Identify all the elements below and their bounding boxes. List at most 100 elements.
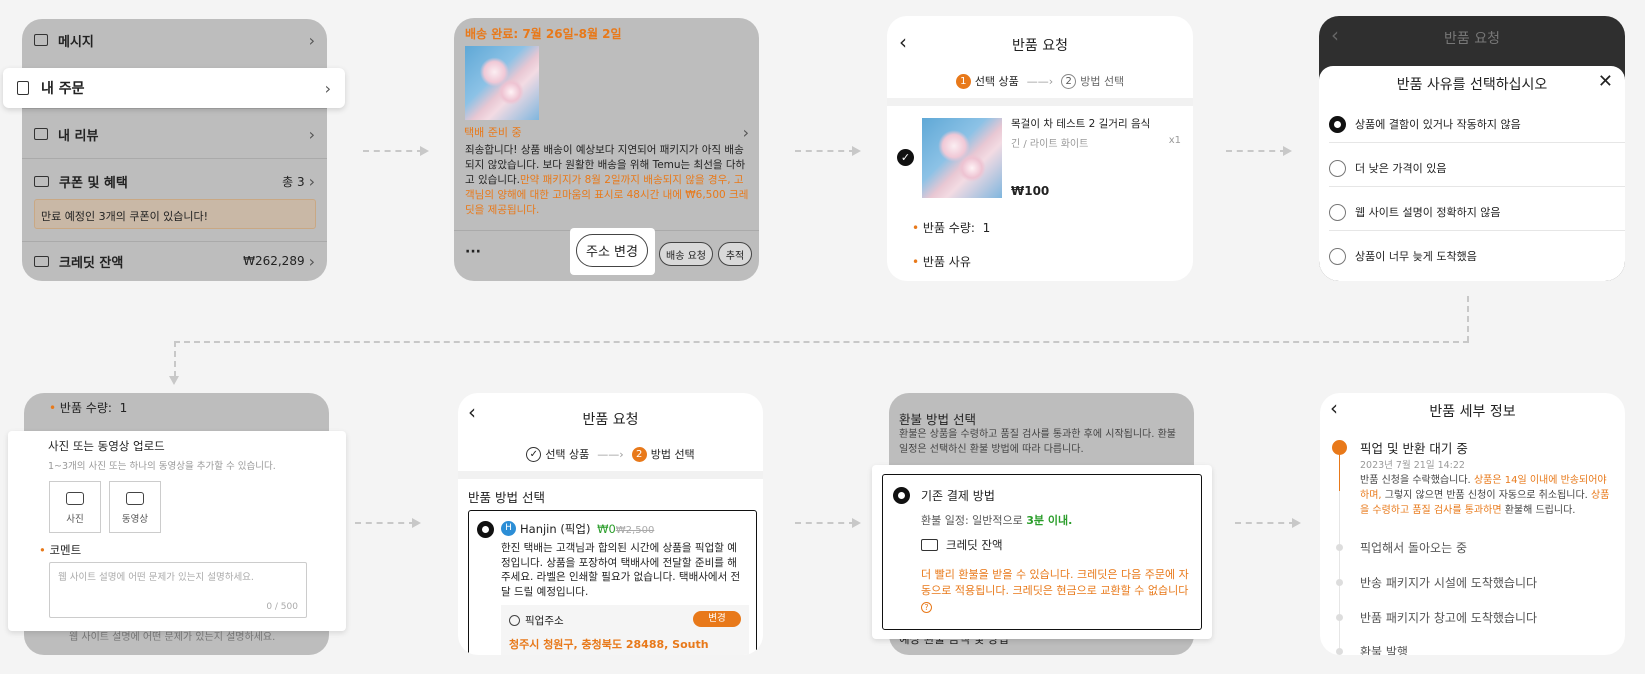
radio-unselected[interactable] (1329, 247, 1346, 265)
chevron-right-icon: › (308, 251, 315, 271)
status-icon (1332, 440, 1347, 455)
timeline-step: 픽업해서 돌아오는 중 (1360, 541, 1467, 555)
radio-selected[interactable] (893, 487, 910, 504)
product-image (465, 46, 539, 120)
radio-unselected[interactable] (1329, 159, 1346, 177)
char-counter: 0 / 500 (266, 602, 298, 612)
product-variant: 긴 / 라이트 화이트 (1011, 139, 1089, 150)
chevron-right-icon: › (308, 30, 315, 50)
panel-return-request: ‹ 반품 요청 1 선택 상품 ——› 2 방법 선택 ✓ 목걸이 차 테스트 … (887, 16, 1193, 281)
status-date: 2023년 7월 21일 14:22 (1360, 460, 1465, 471)
product-price: ₩100 (1011, 184, 1050, 198)
refund-option-original[interactable]: 기존 결제 방법 환불 일정: 일반적으로 3분 이내. 크레딧 잔액 더 빨리… (882, 474, 1202, 630)
return-reason-label[interactable]: • 반품 사유 (912, 253, 971, 270)
panel-return-detail: ‹ 반품 세부 정보 픽업 및 반환 대기 중 2023년 7월 21일 14:… (1320, 393, 1625, 655)
sheet-title: 반품 사유를 선택하십시오 (1396, 77, 1548, 93)
flow-arrow-2 (795, 146, 861, 156)
section-subtitle: 환불은 상품을 수령하고 품질 검사를 통과한 후에 시작됩니다. 환불 일정은… (899, 429, 1177, 455)
product-image (922, 118, 1002, 198)
change-button[interactable]: 변경 (693, 611, 741, 627)
comment-textarea[interactable]: 웹 사이트 설명에 어떤 문제가 있는지 설명하세요. 0 / 500 (49, 562, 307, 618)
section-title: 환불 방법 선택 (899, 412, 976, 427)
reason-option-defect[interactable]: 상품에 결함이 있거나 작동하지 않음 (1319, 106, 1625, 142)
reason-option-description[interactable]: 웹 사이트 설명이 정확하지 않음 (1319, 194, 1625, 230)
timeline-step: 반송 패키지가 시설에 도착했습니다 (1360, 576, 1538, 590)
review-icon (34, 128, 48, 140)
check-circle-icon: ✓ (526, 446, 542, 462)
panel-return-method: ‹ 반품 요청 ✓ 선택 상품 ——› 2 방법 선택 반품 방법 선택 H H… (458, 393, 763, 655)
timeline-line-grey (1339, 491, 1340, 651)
flow-connector (1467, 296, 1469, 342)
coupon-notice: 만료 예정인 3개의 쿠폰이 있습니다! (34, 199, 316, 229)
track-button[interactable]: 추적 (718, 242, 752, 266)
method-description: 한진 택배는 고객님과 합의된 시간에 상품을 픽업할 예정입니다. 상품을 포… (501, 542, 741, 598)
page-title: 반품 요청 (1012, 38, 1068, 54)
timeline-dot (1336, 579, 1343, 586)
status-title: 픽업 및 반환 대기 중 (1360, 441, 1468, 456)
radio-unselected[interactable] (1329, 203, 1346, 221)
chevron-right-icon: › (308, 124, 315, 144)
wallet-icon (921, 539, 938, 551)
flow-arrow-7 (1235, 518, 1301, 528)
message-icon (34, 34, 48, 46)
change-address-button[interactable]: 주소 변경 (576, 234, 648, 267)
close-icon[interactable]: ✕ (1598, 71, 1613, 92)
radio-selected[interactable] (1329, 115, 1346, 133)
menu-item-my-orders[interactable]: 내 주문 › (3, 68, 345, 108)
radio-selected[interactable] (477, 521, 494, 538)
return-qty: • 반품 수량: 1 (49, 401, 128, 415)
stepper: ✓ 선택 상품 ——› 2 방법 선택 (458, 446, 763, 462)
upload-title: 사진 또는 동영상 업로드 (48, 439, 165, 453)
section-title: 반품 방법 선택 (468, 490, 545, 505)
upload-highlight: 사진 또는 동영상 업로드 1~3개의 사진 또는 하나의 동영상을 추가할 수… (8, 431, 346, 631)
chevron-right-icon: › (742, 122, 749, 142)
product-name: 목걸이 차 테스트 2 길거리 음식 (1011, 118, 1151, 130)
pickup-address: 청주시 청원구, 충청북도 28488, South (509, 638, 709, 651)
upload-subtitle: 1~3개의 사진 또는 하나의 동영상을 추가할 수 있습니다. (48, 461, 276, 472)
flow-connector-head (169, 376, 179, 385)
wallet-icon (34, 255, 49, 267)
timeline-step: 반품 패키지가 창고에 도착했습니다 (1360, 611, 1538, 625)
return-qty: • 반품 수량: 1 (912, 221, 991, 235)
chevron-right-icon: › (324, 78, 331, 98)
panel-return-reason: ‹ 반품 요청 반품 사유를 선택하십시오 ✕ 상품에 결함이 있거나 작동하지… (1319, 16, 1625, 281)
panel-account-menu: 메시지 › 내 리뷰 › 쿠폰 및 혜택 총 3 › 만료 예정인 3개의 쿠폰… (22, 19, 327, 281)
method-option-hanjin[interactable]: H Hanjin (픽업) ₩0₩2,500 한진 택배는 고객님과 합의된 시… (468, 510, 757, 655)
timeline-dot (1336, 614, 1343, 621)
shipping-status-row[interactable]: 택배 준비 중 › (454, 122, 759, 142)
flow-arrow-1 (363, 146, 429, 156)
camera-icon (66, 492, 84, 505)
add-photo-button[interactable]: 사진 (49, 481, 101, 533)
timeline-dot (1336, 544, 1343, 551)
page-title: 반품 세부 정보 (1429, 404, 1516, 420)
help-icon[interactable]: ? (921, 602, 932, 613)
refund-option-highlight: 기존 결제 방법 환불 일정: 일반적으로 3분 이내. 크레딧 잔액 더 빨리… (872, 465, 1212, 639)
coupon-icon (34, 175, 49, 187)
reason-option-lower-price[interactable]: 더 낮은 가격이 있음 (1319, 150, 1625, 186)
flow-arrow-3 (1226, 146, 1292, 156)
menu-item-coupons[interactable]: 쿠폰 및 혜택 총 3 › (22, 159, 327, 203)
menu-item-reviews[interactable]: 내 리뷰 › (22, 109, 327, 159)
order-icon (17, 81, 29, 95)
sheet: 반품 사유를 선택하십시오 ✕ 상품에 결함이 있거나 작동하지 않음 더 낮은… (1319, 66, 1625, 281)
menu-item-messages[interactable]: 메시지 › (22, 19, 327, 61)
reason-option-late[interactable]: 상품이 너무 늦게 도착했음 (1319, 238, 1625, 274)
timeline-step: 환불 발행 (1360, 645, 1408, 655)
delivery-request-button[interactable]: 배송 요청 (659, 242, 713, 266)
timeline-dot (1336, 648, 1343, 655)
credit-note: 더 빨리 환불을 받을 수 있습니다. 크레딧은 다음 주문에 자동으로 적용됩… (921, 568, 1189, 613)
chevron-right-icon: › (308, 171, 315, 191)
pickup-address-box: 픽업주소 변경 청주시 청원구, 충청북도 28488, South (501, 605, 749, 655)
change-address-highlight: 주소 변경 (570, 228, 655, 275)
product-qty: x1 (1168, 135, 1181, 146)
more-icon[interactable]: ··· (465, 244, 481, 260)
delivery-date: 배송 완료: 7월 26일-8월 2일 (465, 27, 622, 41)
delay-message: 죄송합니다! 상품 배송이 예상보다 지연되어 패키지가 아직 배송되지 않았습… (465, 144, 749, 216)
status-description: 반품 신청을 수락했습니다. 상품은 14일 이내에 반송되어야 하며, 그렇지… (1360, 475, 1610, 516)
page-title: 반품 요청 (1444, 31, 1500, 47)
timeline-line (1339, 449, 1340, 491)
video-camera-icon (126, 492, 144, 505)
menu-item-credit[interactable]: 크레딧 잔액 ₩262,289 › (22, 242, 327, 280)
add-video-button[interactable]: 동영상 (109, 481, 161, 533)
selected-check-icon[interactable]: ✓ (897, 149, 914, 166)
